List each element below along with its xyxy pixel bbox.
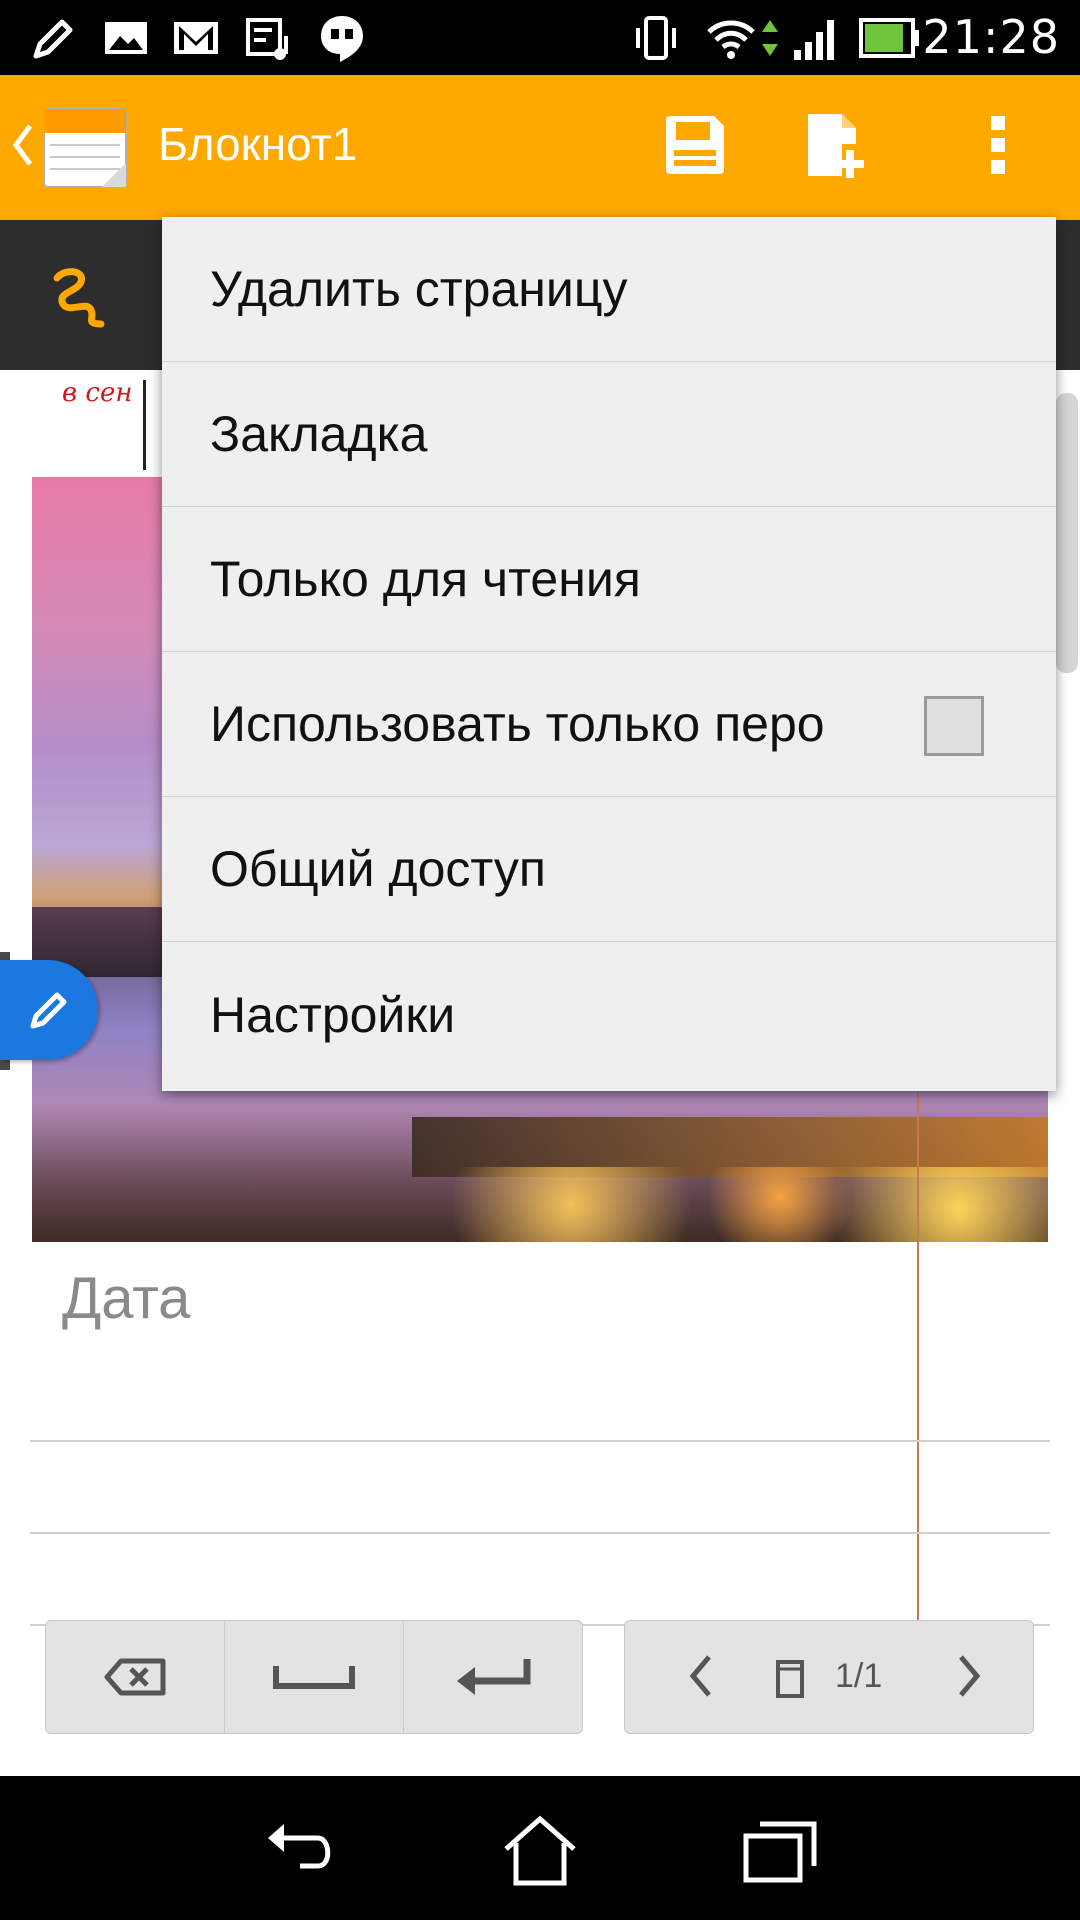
- nav-back-button[interactable]: [255, 1806, 345, 1896]
- vibrate-icon: [636, 16, 676, 60]
- menu-item-bookmark[interactable]: Закладка: [162, 362, 1056, 507]
- status-bar: 21:28: [0, 0, 1080, 75]
- backspace-button[interactable]: [46, 1621, 225, 1733]
- handwritten-text: в сен: [62, 378, 133, 408]
- pen-only-checkbox[interactable]: [924, 696, 984, 756]
- ruled-line: [30, 1532, 1050, 1534]
- battery-icon: [859, 18, 919, 58]
- scroll-indicator[interactable]: [1056, 393, 1078, 673]
- page-navigator: 1/1: [624, 1620, 1034, 1734]
- gmail-icon: [174, 22, 218, 54]
- data-arrows-icon: [762, 20, 778, 56]
- wifi-icon: [707, 20, 755, 59]
- ruled-line: [30, 1440, 1050, 1442]
- system-nav-bar: [0, 1776, 1080, 1920]
- menu-item-delete-page[interactable]: Удалить страницу: [162, 217, 1056, 362]
- space-button[interactable]: [225, 1621, 404, 1733]
- page-icon: [776, 1660, 804, 1698]
- new-page-icon: [808, 114, 864, 178]
- notebook-logo-icon[interactable]: [40, 103, 130, 191]
- signal-icon: [794, 20, 834, 60]
- menu-item-settings[interactable]: Настройки: [162, 942, 1056, 1087]
- page-count: 1/1: [835, 1657, 883, 1695]
- new-page-button[interactable]: [797, 105, 877, 185]
- overflow-menu: Удалить страницу Закладка Только для чте…: [162, 217, 1056, 1091]
- back-chevron-icon[interactable]: [10, 120, 36, 170]
- space-icon: [273, 1666, 355, 1689]
- app-title: Блокнот1: [158, 118, 358, 170]
- menu-item-read-only[interactable]: Только для чтения: [162, 507, 1056, 652]
- chevron-left-icon: [689, 1655, 711, 1697]
- menu-item-label: Только для чтения: [210, 551, 641, 607]
- photo-lights: [452, 1167, 1048, 1242]
- brush-tool-icon[interactable]: [45, 262, 115, 332]
- menu-item-pen-only[interactable]: Использовать только перо: [162, 652, 1056, 797]
- recents-icon: [743, 1821, 817, 1883]
- screen: 21:28 Блокнот1 в сен Дата 1/1 Удалить ст…: [0, 0, 1080, 1920]
- text-cursor: [143, 380, 146, 470]
- pen-icon: [30, 992, 67, 1029]
- home-icon: [504, 1815, 576, 1886]
- music-playlist-icon: [246, 18, 288, 60]
- chevron-right-icon: [959, 1655, 981, 1697]
- enter-icon: [457, 1659, 531, 1695]
- overflow-menu-button[interactable]: [957, 105, 1037, 185]
- nav-recents-button[interactable]: [735, 1806, 825, 1896]
- save-icon: [666, 116, 724, 174]
- menu-item-label: Использовать только перо: [210, 696, 825, 752]
- image-icon: [105, 22, 147, 54]
- save-button[interactable]: [655, 105, 735, 185]
- menu-item-share[interactable]: Общий доступ: [162, 797, 1056, 942]
- menu-item-label: Общий доступ: [210, 841, 546, 897]
- backspace-icon: [104, 1658, 166, 1696]
- enter-button[interactable]: [404, 1621, 582, 1733]
- menu-item-label: Удалить страницу: [210, 261, 628, 317]
- edit-keys: [45, 1620, 583, 1734]
- pencil-icon: [33, 19, 73, 59]
- action-bar: Блокнот1: [0, 75, 1080, 220]
- date-label: Дата: [62, 1266, 191, 1331]
- back-icon: [268, 1824, 331, 1869]
- status-time: 21:28: [922, 10, 1060, 64]
- next-page-button[interactable]: [935, 1641, 1005, 1711]
- hangouts-icon: [321, 16, 363, 62]
- menu-item-label: Настройки: [210, 986, 456, 1043]
- pen-mode-button[interactable]: [0, 960, 98, 1060]
- previous-page-button[interactable]: [665, 1641, 735, 1711]
- nav-home-button[interactable]: [495, 1806, 585, 1896]
- menu-item-label: Закладка: [210, 406, 428, 462]
- overflow-menu-icon: [991, 116, 1005, 174]
